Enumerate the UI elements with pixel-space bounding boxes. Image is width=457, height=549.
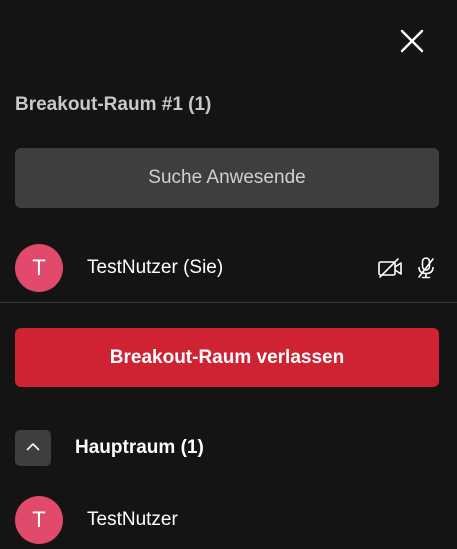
leave-breakout-room-button[interactable]: Breakout-Raum verlassen bbox=[15, 328, 439, 387]
participants-panel: Breakout-Raum #1 (1) Suche Anwesende T T… bbox=[0, 0, 457, 549]
avatar: T bbox=[15, 244, 63, 292]
avatar: T bbox=[15, 496, 63, 544]
search-placeholder: Suche Anwesende bbox=[148, 167, 306, 188]
section-divider bbox=[0, 302, 457, 303]
participant-row[interactable]: T TestNutzer bbox=[15, 496, 439, 544]
mic-off-icon bbox=[413, 255, 439, 281]
camera-off-icon bbox=[377, 255, 403, 281]
breakout-room-title: Breakout-Raum #1 (1) bbox=[15, 94, 212, 115]
main-room-title: Hauptraum (1) bbox=[75, 437, 204, 458]
search-participants-input[interactable]: Suche Anwesende bbox=[15, 148, 439, 208]
participant-name: TestNutzer (Sie) bbox=[87, 257, 224, 278]
close-button[interactable] bbox=[395, 26, 429, 60]
participant-name: TestNutzer bbox=[87, 509, 178, 530]
close-icon bbox=[400, 29, 424, 58]
collapse-main-room-button[interactable] bbox=[15, 430, 51, 466]
participant-row-self[interactable]: T TestNutzer (Sie) bbox=[15, 244, 439, 292]
participant-media-status bbox=[377, 244, 439, 292]
chevron-up-icon bbox=[26, 439, 40, 457]
